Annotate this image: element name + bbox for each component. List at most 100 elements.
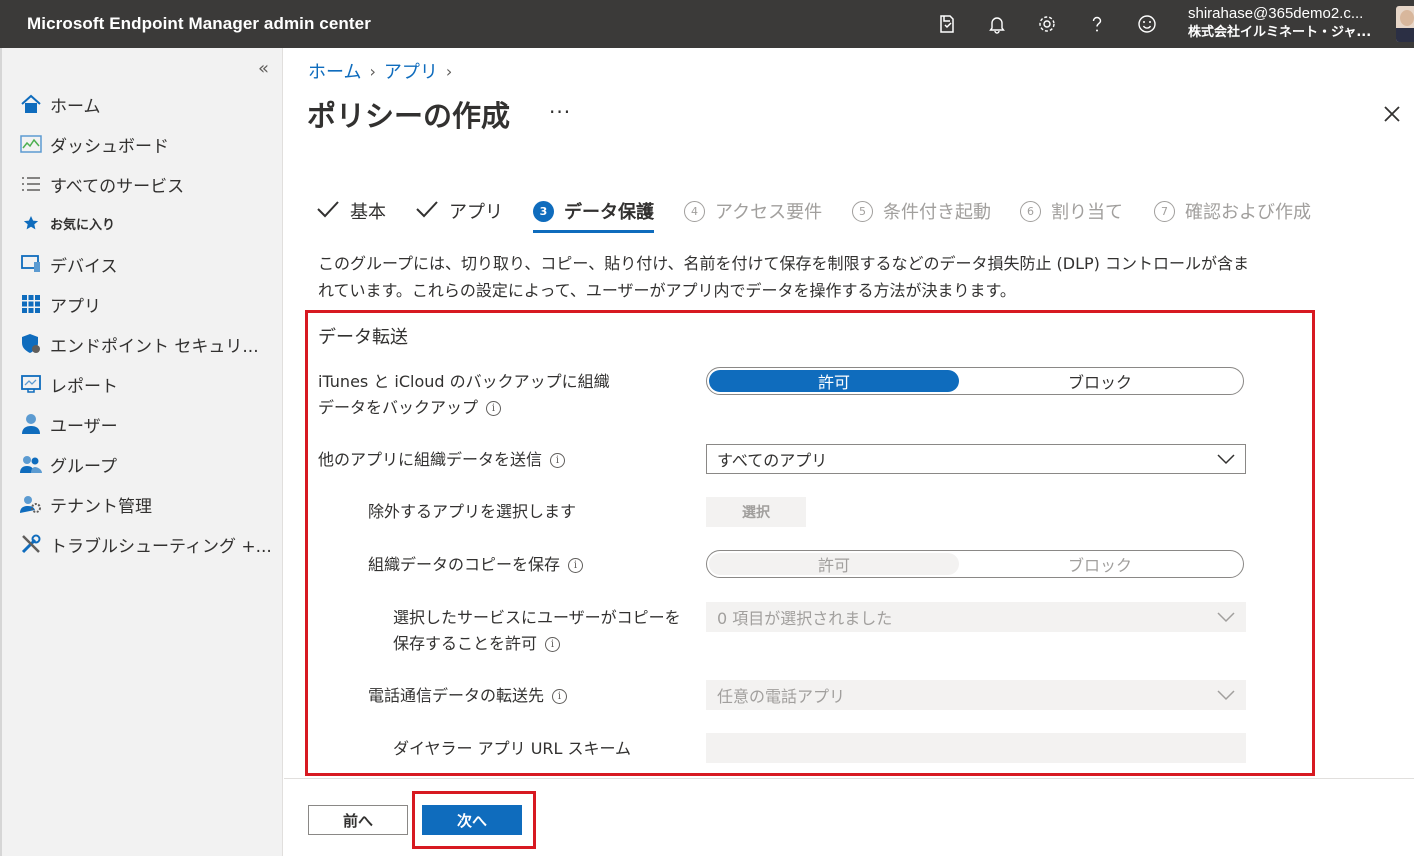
checkmark-icon xyxy=(415,200,439,223)
step-data-protection[interactable]: 3 データ保護 xyxy=(533,196,654,226)
sidebar-item-label: グループ xyxy=(50,456,117,477)
more-options-icon[interactable]: ··· xyxy=(549,100,571,124)
sidebar-item-label: エンドポイント セキュリ... xyxy=(50,336,259,357)
chevron-down-icon xyxy=(1217,612,1235,623)
sidebar-item-devices[interactable]: デバイス xyxy=(18,252,278,277)
step-basics[interactable]: 基本 xyxy=(316,196,386,226)
step-assignments[interactable]: 6 割り当て xyxy=(1020,196,1123,226)
sidebar-item-favorites: お気に入り xyxy=(18,211,278,235)
description-text: このグループには、切り取り、コピー、貼り付け、名前を付けて保存を制限するなどのデ… xyxy=(318,254,1249,300)
save-services-value: 0 項目が選択されました xyxy=(717,609,893,628)
telecom-dropdown[interactable]: 任意の電話アプリ xyxy=(706,680,1246,710)
select-apps-button[interactable]: 選択 xyxy=(706,497,806,527)
sidebar-item-label: テナント管理 xyxy=(50,496,152,517)
backup-allow-option[interactable]: 許可 xyxy=(709,370,959,392)
chevron-right-icon: › xyxy=(445,61,453,81)
tenant-icon xyxy=(18,493,44,515)
sidebar-item-endpoint-security[interactable]: エンドポイント セキュリ... xyxy=(18,332,278,357)
collapse-sidebar-icon[interactable]: « xyxy=(258,58,269,79)
step-number: 3 xyxy=(533,200,554,222)
save-copies-toggle[interactable]: 許可 ブロック xyxy=(706,550,1244,578)
report-icon xyxy=(18,373,44,395)
previous-button[interactable]: 前へ xyxy=(308,805,408,835)
save-copies-allow-option[interactable]: 許可 xyxy=(709,553,959,575)
sidebar-item-label: トラブルシューティング +... xyxy=(50,536,272,557)
sidebar-item-label: デバイス xyxy=(50,256,118,277)
bell-icon[interactable] xyxy=(972,0,1022,48)
backup-label-line1: iTunes と iCloud のバックアップに組織 xyxy=(318,372,610,391)
wizard-steps: 基本 アプリ 3 データ保護 4 アクセス要件 5 条件付き起動 6 割り当て … xyxy=(316,196,1316,236)
backup-toggle[interactable]: 許可 ブロック xyxy=(706,367,1244,395)
sidebar-item-label: すべてのサービス xyxy=(50,176,185,197)
sidebar-item-reports[interactable]: レポート xyxy=(18,372,278,397)
info-icon[interactable]: i xyxy=(568,558,584,573)
footer-divider xyxy=(284,778,1414,779)
backup-block-option[interactable]: ブロック xyxy=(959,370,1241,392)
step-number: 7 xyxy=(1154,200,1175,222)
sidebar-item-label: アプリ xyxy=(50,296,101,317)
step-number: 6 xyxy=(1020,200,1041,222)
save-services-dropdown[interactable]: 0 項目が選択されました xyxy=(706,602,1246,632)
top-bar: Microsoft Endpoint Manager admin center … xyxy=(0,0,1414,48)
smiley-icon[interactable] xyxy=(1122,0,1172,48)
backup-label: iTunes と iCloud のバックアップに組織 データをバックアップ i xyxy=(318,369,610,421)
telecom-value: 任意の電話アプリ xyxy=(717,687,846,706)
help-icon[interactable] xyxy=(1072,0,1122,48)
dialer-label: ダイヤラー アプリ URL スキーム xyxy=(393,739,632,758)
sidebar-item-label: ダッシュボード xyxy=(50,136,169,157)
list-icon xyxy=(18,173,44,195)
info-icon[interactable]: i xyxy=(486,401,502,416)
sidebar-item-label: レポート xyxy=(50,376,118,397)
info-icon[interactable]: i xyxy=(552,689,568,704)
info-icon[interactable]: i xyxy=(550,453,566,468)
sidebar-item-all-services[interactable]: すべてのサービス xyxy=(18,172,278,197)
step-label: 割り当て xyxy=(1051,202,1123,223)
sidebar-item-groups[interactable]: グループ xyxy=(18,452,278,477)
save-services-label-line2: 保存することを許可 xyxy=(393,634,538,653)
gear-icon[interactable] xyxy=(1022,0,1072,48)
tenant-name: 株式会社イルミネート・ジャ... xyxy=(1188,25,1372,40)
active-step-underline xyxy=(533,230,654,233)
sidebar-item-home[interactable]: ホーム xyxy=(18,92,278,117)
app-title[interactable]: Microsoft Endpoint Manager admin center xyxy=(27,14,371,34)
breadcrumb-apps[interactable]: アプリ xyxy=(384,58,438,84)
account-info[interactable]: shirahase@365demo2.c... 株式会社イルミネート・ジャ... xyxy=(1188,4,1388,42)
sidebar-item-apps[interactable]: アプリ xyxy=(18,292,278,317)
step-apps[interactable]: アプリ xyxy=(415,196,503,226)
step-access-requirements[interactable]: 4 アクセス要件 xyxy=(684,196,822,226)
shield-icon xyxy=(18,333,44,355)
user-icon xyxy=(18,413,44,435)
sidebar-item-users[interactable]: ユーザー xyxy=(18,412,278,437)
sidebar-item-dashboard[interactable]: ダッシュボード xyxy=(18,132,278,157)
step-number: 4 xyxy=(684,200,705,222)
sidebar-item-tenant-admin[interactable]: テナント管理 xyxy=(18,492,278,517)
save-copies-block-option[interactable]: ブロック xyxy=(959,553,1241,575)
home-icon xyxy=(18,93,44,115)
save-services-label-line1: 選択したサービスにユーザーがコピーを xyxy=(393,608,681,627)
sidebar-item-troubleshooting[interactable]: トラブルシューティング +... xyxy=(18,532,278,557)
chevron-down-icon xyxy=(1217,690,1235,701)
send-dropdown[interactable]: すべてのアプリ xyxy=(706,444,1246,474)
star-icon xyxy=(18,212,44,234)
send-dropdown-value: すべてのアプリ xyxy=(717,451,828,470)
page-title: ポリシーの作成 xyxy=(307,99,511,133)
feedback-icon[interactable] xyxy=(922,0,972,48)
save-copies-label-text: 組織データのコピーを保存 xyxy=(368,555,561,574)
close-icon[interactable] xyxy=(1381,103,1403,125)
avatar[interactable] xyxy=(1396,6,1414,42)
telecom-label: 電話通信データの転送先 i xyxy=(368,683,568,709)
step-label: 確認および作成 xyxy=(1185,202,1311,223)
section-title: データ転送 xyxy=(318,327,408,348)
device-icon xyxy=(18,253,44,275)
sidebar-item-label: お気に入り xyxy=(50,217,116,233)
step-conditional-launch[interactable]: 5 条件付き起動 xyxy=(852,196,991,226)
info-icon[interactable]: i xyxy=(545,637,561,652)
user-email: shirahase@365demo2.c... xyxy=(1188,5,1364,22)
breadcrumb-home[interactable]: ホーム xyxy=(308,58,361,84)
step-review-create[interactable]: 7 確認および作成 xyxy=(1154,196,1311,226)
send-label-text: 他のアプリに組織データを送信 xyxy=(318,450,543,469)
breadcrumb: ホーム › アプリ › xyxy=(308,58,452,84)
dialer-url-input[interactable] xyxy=(706,733,1246,763)
tools-icon xyxy=(18,533,44,555)
sidebar-item-label: ユーザー xyxy=(50,416,118,437)
